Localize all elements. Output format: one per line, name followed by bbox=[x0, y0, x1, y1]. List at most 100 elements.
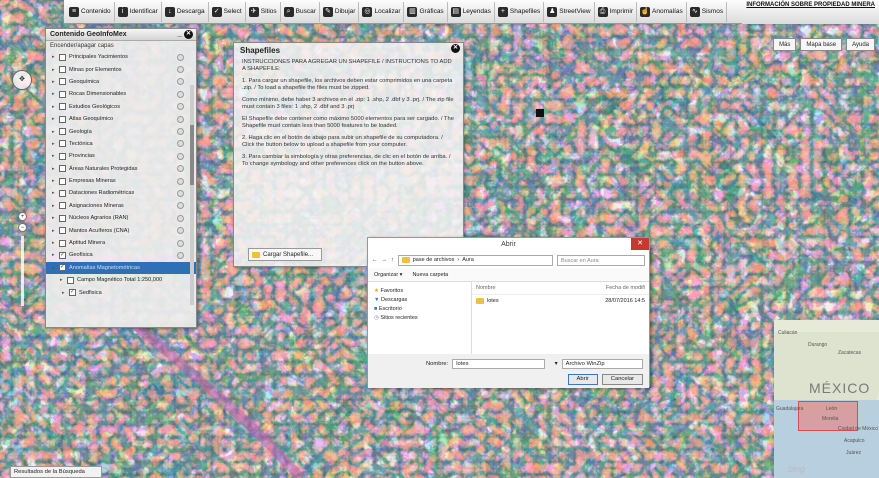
layer-item[interactable]: ▸ Provincias bbox=[46, 150, 196, 162]
toolbar-leyendas[interactable]: ▤ Leyendas bbox=[448, 1, 495, 22]
layer-item[interactable]: ▸ ✓ Geofísica bbox=[46, 249, 196, 261]
expand-arrow-icon[interactable]: ▸ bbox=[52, 228, 59, 234]
file-row[interactable]: lotes 28/07/2016 14:5 bbox=[472, 295, 649, 307]
layer-item[interactable]: ▸ Tectónica bbox=[46, 138, 196, 150]
chevron-down-icon[interactable]: ▾ bbox=[555, 361, 558, 367]
layer-options-icon[interactable] bbox=[177, 177, 184, 185]
toolbar-select[interactable]: ✓ Select bbox=[209, 1, 246, 22]
expand-arrow-icon[interactable]: ▸ bbox=[52, 153, 59, 159]
layer-options-icon[interactable] bbox=[177, 53, 184, 61]
layer-options-icon[interactable] bbox=[177, 189, 184, 197]
scrollbar-thumb[interactable] bbox=[190, 125, 194, 185]
layer-checkbox[interactable] bbox=[59, 177, 66, 185]
layer-item[interactable]: ▸ ✓ Sedfisica bbox=[46, 286, 196, 298]
layer-options-icon[interactable] bbox=[177, 90, 184, 98]
expand-arrow-icon[interactable]: ▸ bbox=[52, 104, 59, 110]
toolbar-streetview[interactable]: ♟ StreetView bbox=[544, 1, 595, 22]
layer-options-icon[interactable] bbox=[177, 103, 184, 111]
expand-arrow-icon[interactable]: ▸ bbox=[52, 54, 59, 60]
layer-checkbox[interactable] bbox=[59, 103, 66, 111]
sidebar-item-escritorio[interactable]: ■ Escritorio bbox=[374, 306, 465, 315]
compass-icon[interactable]: ✥ bbox=[12, 70, 32, 90]
layer-checkbox[interactable] bbox=[59, 90, 66, 98]
search-results-tab[interactable]: Resultados de la Búsqueda bbox=[10, 466, 102, 478]
path-segment[interactable]: Aura bbox=[462, 257, 474, 263]
expand-arrow-icon[interactable]: ▸ bbox=[52, 265, 59, 271]
layer-item[interactable]: ▸ Asignaciones Mineras bbox=[46, 200, 196, 212]
close-icon[interactable]: ✕ bbox=[184, 30, 193, 39]
zoom-out-icon[interactable]: − bbox=[18, 223, 27, 232]
layer-checkbox[interactable] bbox=[59, 53, 66, 61]
up-arrow-icon[interactable]: ↑ bbox=[391, 257, 394, 263]
layer-item[interactable]: ▸ ✓ Anomalías Magnetométricas bbox=[46, 261, 196, 275]
toolbar-graficas[interactable]: ▥ Gráficas bbox=[404, 1, 448, 22]
layer-item[interactable]: ▸ Áreas Naturales Protegidas bbox=[46, 163, 196, 175]
layer-options-icon[interactable] bbox=[177, 202, 184, 210]
toolbar-contenido[interactable]: ≡ Contenido bbox=[66, 1, 115, 22]
layer-checkbox[interactable]: ✓ bbox=[59, 264, 66, 272]
expand-arrow-icon[interactable]: ▸ bbox=[52, 166, 59, 172]
layer-item[interactable]: ▸ Empresas Mineras bbox=[46, 175, 196, 187]
layer-checkbox[interactable] bbox=[59, 78, 66, 86]
layer-item[interactable]: ▸ Principales Yacimientos bbox=[46, 51, 196, 63]
layer-options-icon[interactable] bbox=[177, 115, 184, 123]
dialog-search-input[interactable]: Buscar en Aura bbox=[557, 254, 645, 266]
layer-options-icon[interactable] bbox=[177, 251, 184, 259]
forward-arrow-icon[interactable]: → bbox=[382, 257, 388, 263]
expand-arrow-icon[interactable]: ▸ bbox=[52, 129, 59, 135]
layer-checkbox[interactable] bbox=[59, 66, 66, 74]
close-icon[interactable]: ✕ bbox=[451, 44, 460, 53]
layer-options-icon[interactable] bbox=[177, 227, 184, 235]
open-button[interactable]: Abrir bbox=[567, 373, 598, 385]
layer-options-icon[interactable] bbox=[177, 78, 184, 86]
back-arrow-icon[interactable]: ← bbox=[372, 257, 378, 263]
toolbar-imprimir[interactable]: ⎙ Imprimir bbox=[595, 1, 638, 22]
locator-map[interactable]: MÉXICO Culiacán Durango Zacatecas Guadal… bbox=[774, 320, 879, 478]
expand-arrow-icon[interactable]: ▸ bbox=[52, 79, 59, 85]
sidebar-item-favoritos[interactable]: ★ Favoritos bbox=[374, 288, 465, 297]
expand-arrow-icon[interactable]: ▸ bbox=[52, 190, 59, 196]
toolbar-buscar[interactable]: ⌕ Buscar bbox=[281, 1, 320, 22]
expand-arrow-icon[interactable]: ▸ bbox=[52, 91, 59, 97]
layer-item[interactable]: ▸ Aptitud Minera bbox=[46, 237, 196, 249]
layer-checkbox[interactable] bbox=[59, 202, 66, 210]
address-bar[interactable]: pase de archivos › Aura bbox=[397, 254, 553, 266]
toolbar-anomalias[interactable]: ☝ Anomalías bbox=[637, 1, 687, 22]
close-icon[interactable]: ✕ bbox=[631, 238, 649, 250]
expand-arrow-icon[interactable]: ▸ bbox=[60, 277, 67, 283]
layer-checkbox[interactable] bbox=[59, 128, 66, 136]
toolbar-localizar[interactable]: ◎ Localizar bbox=[359, 1, 405, 22]
toolbar-shapefiles[interactable]: + Shapefiles bbox=[495, 1, 545, 22]
toolbar-sismos[interactable]: ∿ Sismos bbox=[687, 1, 728, 22]
zoom-in-icon[interactable]: + bbox=[18, 212, 27, 221]
layer-checkbox[interactable] bbox=[59, 189, 66, 197]
layer-options-icon[interactable] bbox=[177, 239, 184, 247]
expand-arrow-icon[interactable]: ▸ bbox=[52, 116, 59, 122]
zoom-slider[interactable] bbox=[21, 236, 24, 306]
expand-arrow-icon[interactable]: ▸ bbox=[52, 252, 59, 258]
help-button[interactable]: Ayuda bbox=[846, 38, 875, 51]
layer-options-icon[interactable] bbox=[177, 165, 184, 173]
layer-options-icon[interactable] bbox=[177, 214, 184, 222]
toolbar-dibujar[interactable]: ✎ Dibujar bbox=[320, 1, 360, 22]
column-date[interactable]: Fecha de modifi bbox=[606, 285, 645, 291]
expand-arrow-icon[interactable]: ▸ bbox=[52, 141, 59, 147]
new-folder-button[interactable]: Nueva carpeta bbox=[412, 272, 448, 278]
layer-checkbox[interactable] bbox=[59, 239, 66, 247]
layer-options-icon[interactable] bbox=[177, 140, 184, 148]
layer-item[interactable]: ▸ Geología bbox=[46, 125, 196, 137]
layer-options-icon[interactable] bbox=[177, 128, 184, 136]
layer-checkbox[interactable] bbox=[59, 152, 66, 160]
expand-arrow-icon[interactable]: ▸ bbox=[52, 215, 59, 221]
expand-arrow-icon[interactable]: ▸ bbox=[52, 178, 59, 184]
expand-arrow-icon[interactable]: ▸ bbox=[52, 240, 59, 246]
layer-checkbox[interactable]: ✓ bbox=[59, 251, 66, 259]
layer-item[interactable]: ▸ Estudios Geológicos bbox=[46, 101, 196, 113]
toolbar-sitios[interactable]: ✈ Sitios bbox=[246, 1, 281, 22]
file-type-select[interactable]: Archivo WinZip bbox=[561, 359, 643, 369]
layer-checkbox[interactable] bbox=[59, 227, 66, 235]
column-name[interactable]: Nombre bbox=[476, 285, 606, 291]
layer-item[interactable]: ▸ Dataciones Radiométricas bbox=[46, 187, 196, 199]
layer-checkbox[interactable] bbox=[59, 115, 66, 123]
layer-options-icon[interactable] bbox=[177, 66, 184, 74]
